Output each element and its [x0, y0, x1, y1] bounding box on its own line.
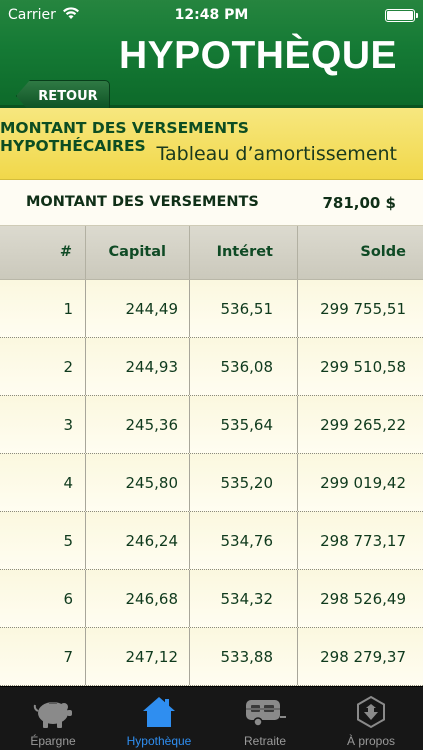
- table-row: 1 244,49 536,51 299 755,51: [0, 280, 423, 338]
- row-number: 3: [63, 416, 73, 434]
- row-capital: 247,12: [125, 648, 179, 666]
- battery-icon: [385, 9, 418, 22]
- tab-retraite[interactable]: Retraite: [212, 687, 318, 750]
- column-divider: [189, 570, 190, 627]
- row-balance: 299 510,58: [320, 358, 406, 376]
- back-button[interactable]: RETOUR: [8, 40, 110, 112]
- row-number: 7: [63, 648, 73, 666]
- tab-bar: Épargne Hypothèque Retraite À propos: [0, 686, 423, 750]
- column-header-interest: Intéret: [216, 244, 273, 260]
- table-row: 5 246,24 534,76 298 773,17: [0, 512, 423, 570]
- row-balance: 298 773,17: [320, 532, 406, 550]
- column-divider: [297, 280, 298, 337]
- column-divider: [85, 570, 86, 627]
- row-balance: 299 755,51: [320, 300, 406, 318]
- payment-amount-label: MONTANT DES VERSEMENTS: [26, 194, 259, 210]
- column-divider: [189, 338, 190, 395]
- page-title: HYPOTHÈQUE: [118, 34, 397, 77]
- row-interest: 536,08: [220, 358, 274, 376]
- row-balance: 298 279,37: [320, 648, 406, 666]
- row-capital: 244,93: [125, 358, 179, 376]
- row-capital: 245,80: [125, 474, 179, 492]
- column-divider: [85, 628, 86, 685]
- tab-label: À propos: [346, 734, 396, 748]
- column-divider: [85, 280, 86, 337]
- row-interest: 533,88: [220, 648, 274, 666]
- column-divider: [189, 226, 190, 279]
- column-divider: [297, 454, 298, 511]
- section-banner: MONTANT DES VERSEMENTS HYPOTHÉCAIRES Tab…: [0, 108, 423, 180]
- tab-label: Hypothèque: [126, 734, 192, 748]
- row-interest: 534,76: [220, 532, 274, 550]
- tab-epargne[interactable]: Épargne: [0, 687, 106, 750]
- row-number: 4: [63, 474, 73, 492]
- column-divider: [297, 570, 298, 627]
- column-header-number: #: [59, 244, 72, 260]
- table-row: 2 244,93 536,08 299 510,58: [0, 338, 423, 396]
- piggy-bank-icon: [33, 702, 72, 728]
- column-divider: [297, 512, 298, 569]
- column-divider: [297, 338, 298, 395]
- row-capital: 246,24: [125, 532, 179, 550]
- row-capital: 244,49: [125, 300, 179, 318]
- column-divider: [85, 512, 86, 569]
- column-divider: [85, 338, 86, 395]
- row-interest: 536,51: [220, 300, 274, 318]
- row-interest: 534,32: [220, 590, 274, 608]
- row-interest: 535,64: [220, 416, 274, 434]
- payment-amount-value: 781,00 $: [322, 194, 396, 212]
- row-interest: 535,20: [220, 474, 274, 492]
- column-divider: [189, 512, 190, 569]
- tab-hypotheque[interactable]: Hypothèque: [106, 687, 212, 750]
- info-badge-icon: [357, 695, 385, 729]
- column-header-capital: Capital: [108, 244, 166, 260]
- camper-trailer-icon: [246, 700, 286, 727]
- navigation-header: Carrier 12:48 PM RETOUR HYPOTHÈQUE: [0, 0, 423, 112]
- column-divider: [85, 454, 86, 511]
- column-header-balance: Solde: [360, 244, 406, 260]
- column-divider: [189, 280, 190, 337]
- table-row: 7 247,12 533,88 298 279,37: [0, 628, 423, 686]
- column-divider: [85, 226, 86, 279]
- row-capital: 246,68: [125, 590, 179, 608]
- row-balance: 299 265,22: [320, 416, 406, 434]
- table-row: 3 245,36 535,64 299 265,22: [0, 396, 423, 454]
- row-number: 2: [63, 358, 73, 376]
- table-row: 4 245,80 535,20 299 019,42: [0, 454, 423, 512]
- payment-amount-row: MONTANT DES VERSEMENTS 781,00 $: [0, 180, 423, 226]
- tab-label: Retraite: [243, 734, 287, 748]
- house-icon: [143, 697, 175, 727]
- tab-label: Épargne: [30, 734, 76, 748]
- status-time: 12:48 PM: [174, 7, 249, 23]
- row-balance: 298 526,49: [320, 590, 406, 608]
- table-header: # Capital Intéret Solde: [0, 226, 423, 280]
- column-divider: [297, 396, 298, 453]
- row-number: 5: [63, 532, 73, 550]
- column-divider: [297, 628, 298, 685]
- table-row: 6 246,68 534,32 298 526,49: [0, 570, 423, 628]
- tab-a-propos[interactable]: À propos: [318, 687, 423, 750]
- column-divider: [85, 396, 86, 453]
- row-number: 1: [63, 300, 73, 318]
- column-divider: [189, 396, 190, 453]
- status-bar: Carrier 12:48 PM: [0, 0, 423, 30]
- row-capital: 245,36: [125, 416, 179, 434]
- section-subtitle: Tableau d’amortissement: [156, 143, 397, 165]
- column-divider: [189, 628, 190, 685]
- column-divider: [189, 454, 190, 511]
- amortization-table[interactable]: 1 244,49 536,51 299 755,51 2 244,93 536,…: [0, 280, 423, 686]
- row-number: 6: [63, 590, 73, 608]
- column-divider: [297, 226, 298, 279]
- row-balance: 299 019,42: [320, 474, 406, 492]
